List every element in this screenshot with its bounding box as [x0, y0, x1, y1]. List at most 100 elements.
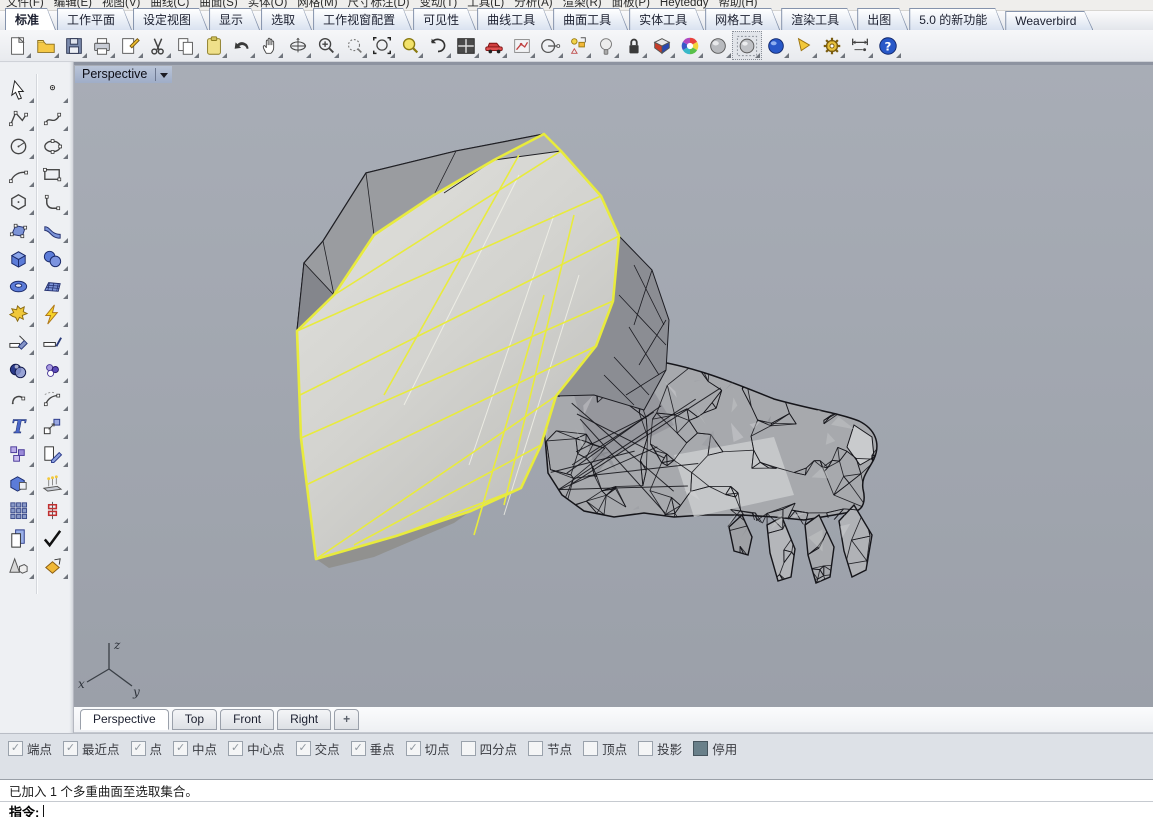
- toolbar-button-undo-view-change[interactable]: [424, 32, 452, 59]
- side-button-select-arrow[interactable]: [3, 76, 35, 104]
- side-button-boolean-union-solid[interactable]: [3, 468, 35, 496]
- osnap-checkbox-12[interactable]: [693, 741, 708, 756]
- toolbar-button-named-views[interactable]: [480, 32, 508, 59]
- toolbar-button-help[interactable]: ?: [874, 32, 902, 59]
- side-button-torus[interactable]: [3, 272, 35, 300]
- toolbar-button-options[interactable]: [818, 32, 846, 59]
- osnap-checkbox-2[interactable]: ✓: [131, 741, 146, 756]
- osnap-checkbox-10[interactable]: [583, 741, 598, 756]
- chevron-down-icon[interactable]: [160, 73, 168, 78]
- viewport-tab-perspective[interactable]: Perspective: [80, 709, 169, 730]
- osnap-checkbox-8[interactable]: [461, 741, 476, 756]
- osnap-checkbox-3[interactable]: ✓: [173, 741, 188, 756]
- toolbar-tab-6[interactable]: 可见性: [413, 8, 476, 30]
- toolbar-button-viewport-layout[interactable]: [452, 32, 480, 59]
- toolbar-button-display-modes[interactable]: [648, 32, 676, 59]
- toolbar-button-shaded-view[interactable]: [704, 32, 732, 59]
- side-button-split[interactable]: [37, 328, 69, 356]
- toolbar-tab-12[interactable]: 出图: [857, 8, 908, 30]
- side-button-boolean-difference[interactable]: [3, 356, 35, 384]
- side-button-move[interactable]: [37, 412, 69, 440]
- osnap-checkbox-4[interactable]: ✓: [228, 741, 243, 756]
- toolbar-button-pan[interactable]: [256, 32, 284, 59]
- viewport-tab-top[interactable]: Top: [172, 709, 217, 730]
- toolbar-tab-7[interactable]: 曲线工具: [477, 8, 552, 30]
- side-button-extract-surface[interactable]: [37, 552, 69, 580]
- toolbar-tab-2[interactable]: 设定视图: [133, 8, 208, 30]
- toolbar-tab-10[interactable]: 网格工具: [705, 8, 780, 30]
- side-button-insert-block[interactable]: [3, 440, 35, 468]
- toolbar-tab-4[interactable]: 选取: [261, 8, 312, 30]
- toolbar-button-lock[interactable]: [620, 32, 648, 59]
- osnap-checkbox-11[interactable]: [638, 741, 653, 756]
- toolbar-button-save[interactable]: [60, 32, 88, 59]
- side-button-circle[interactable]: [3, 132, 35, 160]
- toolbar-tab-1[interactable]: 工作平面: [57, 8, 132, 30]
- toolbar-button-cplane-world[interactable]: [536, 32, 564, 59]
- side-button-layers[interactable]: [3, 524, 35, 552]
- side-button-point-cloud[interactable]: [37, 356, 69, 384]
- toolbar-button-print[interactable]: [88, 32, 116, 59]
- toolbar-button-open-file[interactable]: [32, 32, 60, 59]
- viewport-tab-front[interactable]: Front: [220, 709, 274, 730]
- side-button-polygon[interactable]: [3, 188, 35, 216]
- side-button-curve-blend[interactable]: [3, 384, 35, 412]
- toolbar-button-export[interactable]: [116, 32, 144, 59]
- menu-item-13[interactable]: Heyteddy: [660, 0, 709, 9]
- toolbar-button-color-picker[interactable]: [676, 32, 704, 59]
- toolbar-tab-11[interactable]: 渲染工具: [781, 8, 856, 30]
- osnap-checkbox-6[interactable]: ✓: [351, 741, 366, 756]
- side-button-rectangular-array[interactable]: [3, 496, 35, 524]
- side-button-arc-blend[interactable]: [37, 384, 69, 412]
- toolbar-button-zoom-dynamic[interactable]: [340, 32, 368, 59]
- toolbar-tab-9[interactable]: 实体工具: [629, 8, 704, 30]
- toolbar-button-rendered-view[interactable]: [732, 31, 762, 60]
- toolbar-button-paste[interactable]: [200, 32, 228, 59]
- toolbar-tab-3[interactable]: 显示: [209, 8, 260, 30]
- toolbar-tab-13[interactable]: 5.0 的新功能: [909, 8, 1004, 30]
- toolbar-button-dimensions[interactable]: [846, 32, 874, 59]
- toolbar-button-light-editor[interactable]: [592, 32, 620, 59]
- side-button-blend-surface[interactable]: [37, 216, 69, 244]
- command-prompt[interactable]: 指令:: [0, 801, 1153, 817]
- side-button-surface-from-points[interactable]: [3, 216, 35, 244]
- toolbar-button-undo[interactable]: [228, 32, 256, 59]
- side-button-single-point[interactable]: [37, 76, 69, 104]
- osnap-checkbox-9[interactable]: [528, 741, 543, 756]
- side-button-cone[interactable]: [3, 552, 35, 580]
- side-button-box[interactable]: [3, 244, 35, 272]
- toolbar-button-cut[interactable]: [144, 32, 172, 59]
- viewport-title[interactable]: Perspective: [75, 66, 172, 83]
- selected-polysurface[interactable]: [297, 134, 619, 568]
- toolbar-tab-14[interactable]: Weaverbird: [1005, 11, 1093, 30]
- side-button-text-object[interactable]: T: [3, 412, 35, 440]
- viewport-tab-right[interactable]: Right: [277, 709, 331, 730]
- side-button-spotlights[interactable]: [37, 468, 69, 496]
- side-button-extract-wireframe[interactable]: [37, 300, 69, 328]
- side-button-ellipse[interactable]: [37, 132, 69, 160]
- toolbar-button-object-properties[interactable]: [564, 32, 592, 59]
- side-button-contour[interactable]: [37, 496, 69, 524]
- side-button-control-point-curve[interactable]: [37, 104, 69, 132]
- side-button-rectangle[interactable]: [37, 160, 69, 188]
- toolbar-button-zoom-selected[interactable]: [396, 32, 424, 59]
- side-button-trim[interactable]: [3, 328, 35, 356]
- toolbar-button-copy[interactable]: [172, 32, 200, 59]
- viewport-perspective[interactable]: Perspective: [74, 62, 1153, 707]
- side-button-polyline[interactable]: [3, 104, 35, 132]
- toolbar-button-zoom-in[interactable]: [312, 32, 340, 59]
- osnap-checkbox-1[interactable]: ✓: [63, 741, 78, 756]
- osnap-checkbox-7[interactable]: ✓: [406, 741, 421, 756]
- toolbar-tab-5[interactable]: 工作视窗配置: [313, 8, 412, 30]
- toolbar-button-zoom-extents[interactable]: [368, 32, 396, 59]
- side-button-arc[interactable]: [3, 160, 35, 188]
- toolbar-button-new-document[interactable]: [4, 32, 32, 59]
- new-viewport-tab[interactable]: +: [334, 709, 359, 730]
- side-button-mesh-surface[interactable]: [37, 272, 69, 300]
- side-button-explode[interactable]: [3, 300, 35, 328]
- toolbar-button-render[interactable]: [762, 32, 790, 59]
- 3d-model-canvas[interactable]: z x y: [74, 65, 1153, 707]
- osnap-checkbox-5[interactable]: ✓: [296, 741, 311, 756]
- side-button-duplicate-edge[interactable]: [37, 440, 69, 468]
- toolbar-tab-0[interactable]: 标准: [5, 8, 56, 30]
